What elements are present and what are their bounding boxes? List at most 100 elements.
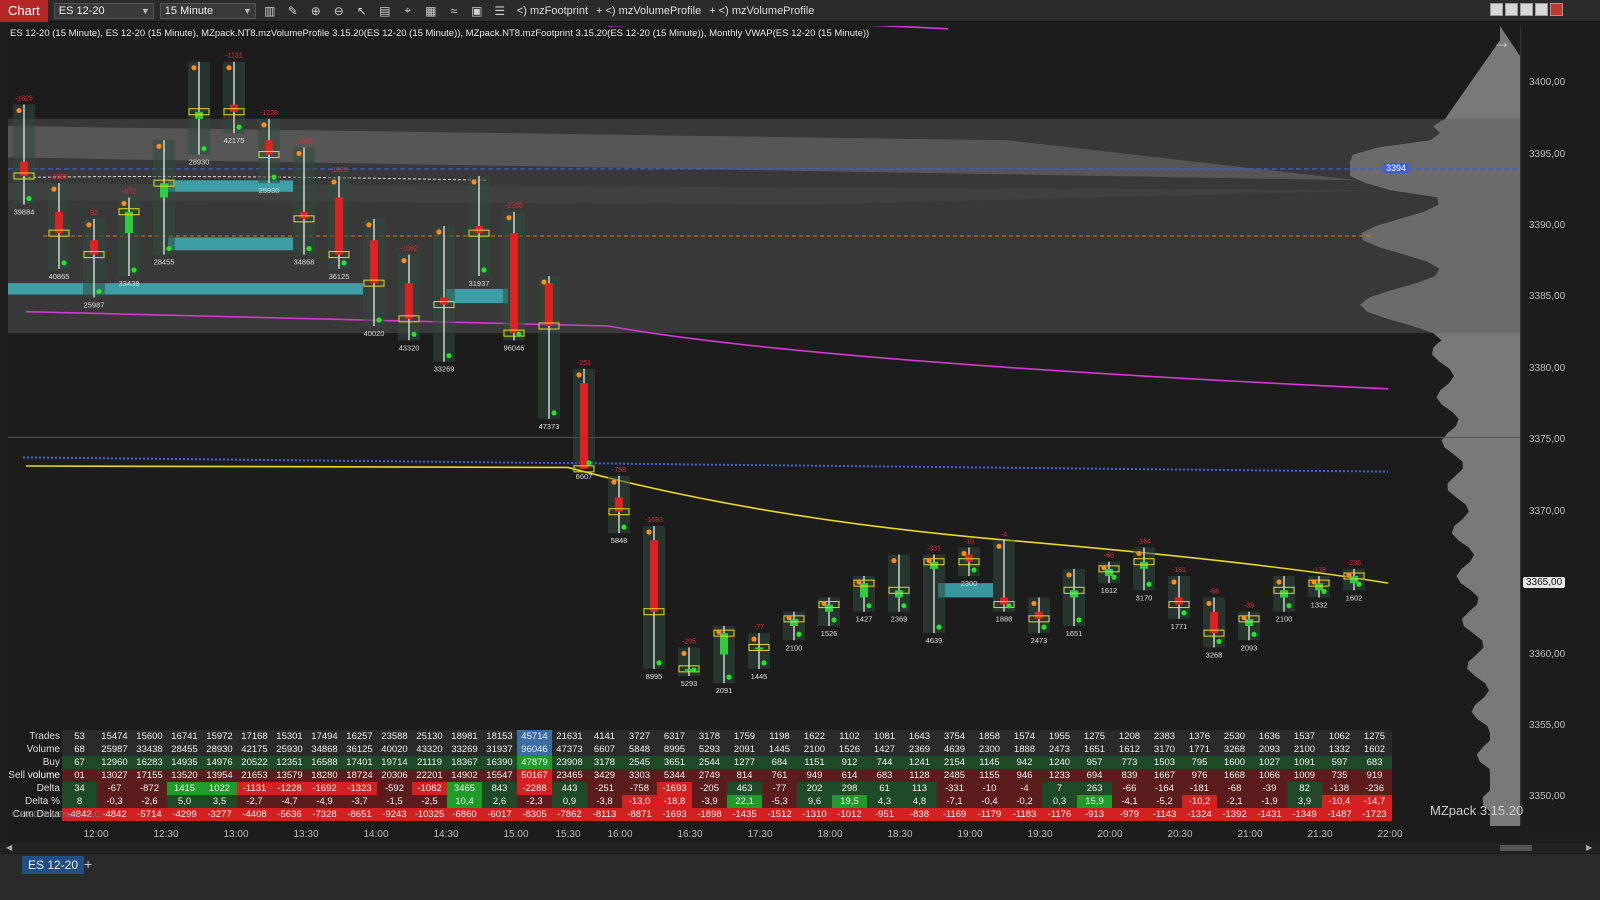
window-tile-icon[interactable] bbox=[1490, 3, 1503, 16]
stats-cell: -1310 bbox=[797, 808, 832, 821]
data-box-icon[interactable]: ▤ bbox=[376, 3, 394, 19]
stats-cell: 40020 bbox=[377, 743, 412, 756]
indicator-label: mzVolumeProfile bbox=[618, 4, 702, 17]
candle-body bbox=[1350, 576, 1358, 584]
time-axis[interactable]: 12:00 12:30 13:00 13:30 14:00 14:30 15:00 15:30… bbox=[8, 826, 1520, 844]
close-icon[interactable] bbox=[1550, 3, 1563, 16]
stats-cell: -4,9 bbox=[307, 795, 342, 808]
instrument-selector[interactable]: ES 12-20 ▼ bbox=[53, 2, 154, 19]
scroll-thumb[interactable] bbox=[1500, 845, 1532, 851]
scroll-right-icon[interactable]: ▶ bbox=[1586, 843, 1592, 852]
buy-imbalance-dot bbox=[796, 631, 802, 637]
minimize-icon[interactable] bbox=[1520, 3, 1533, 16]
stats-cell: -6017 bbox=[482, 808, 517, 821]
bar-volume-label: 1602 bbox=[1346, 593, 1363, 602]
zoom-out-icon[interactable]: ⊖ bbox=[330, 3, 348, 19]
tab-es-12-20[interactable]: ES 12-20 bbox=[22, 856, 85, 874]
stats-cell: 3754 bbox=[937, 730, 972, 743]
buy-imbalance-dot bbox=[376, 317, 382, 323]
stats-cell: 597 bbox=[1322, 756, 1357, 769]
stats-cell: 12960 bbox=[97, 756, 132, 769]
draw-tool-icon[interactable]: ✎ bbox=[284, 3, 302, 19]
price-tick-label: 3400,00 bbox=[1529, 77, 1566, 89]
stats-cell: -4842 bbox=[97, 808, 132, 821]
stats-cell: 1208 bbox=[1112, 730, 1147, 743]
bar-volume-label: 28930 bbox=[189, 158, 210, 167]
templates-icon[interactable]: ▣ bbox=[468, 3, 486, 19]
stats-cell: 4,8 bbox=[902, 795, 937, 808]
stats-row-delta: Delta 34 -67 -872 1415 1022 -1131 -1228 -1692 -13… bbox=[8, 782, 1392, 795]
bar-volume-label: 2473 bbox=[1031, 636, 1048, 645]
stats-cell: -236 bbox=[1357, 782, 1392, 795]
stats-cell: 1667 bbox=[1147, 769, 1182, 782]
bar-volume-label: 1445 bbox=[751, 672, 768, 681]
candle-body bbox=[1245, 618, 1253, 626]
buy-imbalance-dot bbox=[901, 603, 907, 609]
zoom-in-icon[interactable]: ⊕ bbox=[307, 3, 325, 19]
scroll-left-icon[interactable]: ◀ bbox=[6, 843, 12, 852]
crosshair-icon[interactable]: ⌖ bbox=[399, 3, 417, 19]
price-tick-label: 3350,00 bbox=[1529, 791, 1566, 803]
stats-cell: -872 bbox=[132, 782, 167, 795]
stats-cell: -4408 bbox=[237, 808, 272, 821]
sell-imbalance-dot bbox=[471, 179, 477, 185]
chevron-down-icon: ▼ bbox=[140, 5, 150, 16]
candle-body bbox=[1035, 611, 1043, 619]
properties-icon[interactable]: ☰ bbox=[491, 3, 509, 19]
interval-selector[interactable]: 15 Minute ▼ bbox=[159, 2, 256, 19]
add-tab-icon[interactable]: + bbox=[84, 856, 92, 872]
stats-row-label: Trades bbox=[29, 731, 60, 742]
sell-imbalance-dot bbox=[86, 222, 92, 228]
stats-cell: 949 bbox=[797, 769, 832, 782]
stats-cell: -1082 bbox=[412, 782, 447, 795]
price-axis[interactable]: 3400,00 3395,00 3390,00 3385,00 3380,00 3375,… bbox=[1520, 26, 1600, 826]
stats-cell: 21631 bbox=[552, 730, 587, 743]
time-tick-label: 21:30 bbox=[1307, 829, 1333, 840]
stats-cell: 17494 bbox=[307, 730, 342, 743]
stats-cell: 33269 bbox=[447, 743, 482, 756]
time-tick-label: 19:30 bbox=[1027, 829, 1053, 840]
bar-volume-label: 6607 bbox=[576, 472, 593, 481]
indicator-button-volume-profile[interactable]: + <) mzVolumeProfile bbox=[596, 5, 701, 17]
chart-toolbar: Chart ES 12-20 ▼ 15 Minute ▼ ▥ ✎ ⊕ ⊖ ↖ ▤… bbox=[0, 0, 1600, 22]
buy-imbalance-dot bbox=[1286, 603, 1292, 609]
stats-cell: -1131 bbox=[237, 782, 272, 795]
stats-cell: -66 bbox=[1112, 782, 1147, 795]
pointer-icon[interactable]: ↖ bbox=[353, 3, 371, 19]
stats-cell: -8113 bbox=[587, 808, 622, 821]
stats-cell: -8871 bbox=[622, 808, 657, 821]
buy-imbalance-dot bbox=[656, 660, 662, 666]
stats-cell: 1027 bbox=[1252, 756, 1287, 769]
time-tick-label: 13:00 bbox=[223, 829, 249, 840]
stats-cell: -1323 bbox=[342, 782, 377, 795]
restore-icon[interactable] bbox=[1535, 3, 1548, 16]
bar-delta-label: -1089 bbox=[50, 174, 68, 181]
stats-cell: 1145 bbox=[972, 756, 1007, 769]
bar-volume-label: 42175 bbox=[224, 136, 245, 145]
stats-cell: 13027 bbox=[97, 769, 132, 782]
chart-menu-button[interactable]: Chart bbox=[0, 0, 48, 22]
scroll-to-end-icon[interactable]: → bbox=[1493, 32, 1511, 52]
bar-volume-label: 2100 bbox=[786, 643, 803, 652]
stats-cell: 1151 bbox=[797, 756, 832, 769]
indicators-icon[interactable]: ▦ bbox=[422, 3, 440, 19]
sell-imbalance-dot bbox=[1311, 579, 1317, 585]
stats-cell: 1668 bbox=[1217, 769, 1252, 782]
sell-imbalance-dot bbox=[296, 150, 302, 157]
stats-cell: -3,9 bbox=[692, 795, 727, 808]
stats-cell: 15,9 bbox=[1077, 795, 1112, 808]
stats-cell: 2544 bbox=[692, 756, 727, 769]
indicator-button-volume-profile-2[interactable]: + <) mzVolumeProfile bbox=[709, 5, 814, 17]
indicator-button-footprint[interactable]: <) mzFootprint bbox=[517, 5, 588, 17]
candle-body bbox=[580, 383, 588, 469]
stats-cell: 5293 bbox=[692, 743, 727, 756]
strategies-icon[interactable]: ≈ bbox=[445, 3, 463, 19]
sell-imbalance-dot bbox=[16, 107, 22, 114]
horizontal-scrollbar[interactable]: ◀ ▶ bbox=[0, 843, 1600, 853]
stats-cell: 0,9 bbox=[552, 795, 587, 808]
sell-imbalance-dot bbox=[821, 600, 827, 607]
candle-body bbox=[300, 211, 308, 219]
bar-type-icon[interactable]: ▥ bbox=[261, 3, 279, 19]
window-tile-2-icon[interactable] bbox=[1505, 3, 1518, 16]
chart-plot-area[interactable]: 39884 -1825 40865 -1089 25987 92 33438 -872 2845… bbox=[8, 26, 1520, 826]
